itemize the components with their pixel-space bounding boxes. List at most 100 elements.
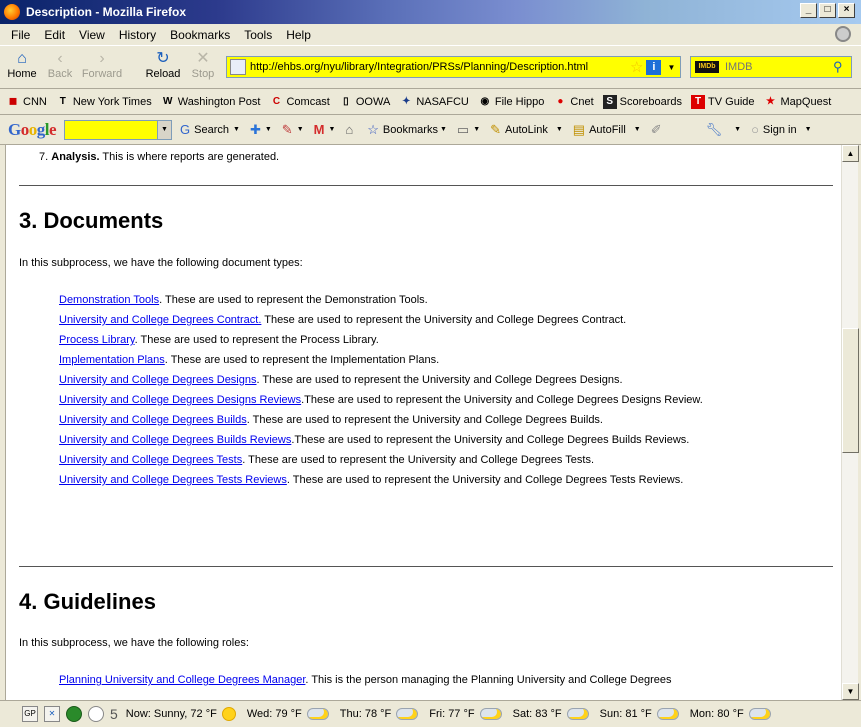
autofill-button[interactable]: ▤ AutoFill ▼ <box>573 122 641 138</box>
menu-bookmarks[interactable]: Bookmarks <box>163 28 237 42</box>
weather-now[interactable]: Now: Sunny, 72 °F <box>126 707 236 721</box>
highlighter-icon: ✐ <box>650 121 662 137</box>
doc-link-degrees-designs[interactable]: University and College Degrees Designs <box>59 374 256 386</box>
wapo-icon: W <box>162 95 173 107</box>
google-settings-button[interactable]: 🔧︎ ▼ <box>706 122 741 138</box>
cnet-icon: ● <box>557 95 564 107</box>
gp-icon[interactable]: GP <box>22 706 38 722</box>
back-arrow-icon: ‹ <box>57 50 63 67</box>
scrollbar-thumb[interactable] <box>842 328 859 453</box>
menu-view[interactable]: View <box>72 28 112 42</box>
status-bar: GP ✕ 5 Now: Sunny, 72 °F Wed: 79 °F Thu:… <box>0 700 861 727</box>
google-search-input[interactable]: ▼ <box>64 119 173 140</box>
menu-edit[interactable]: Edit <box>37 28 72 42</box>
bookmark-cnet[interactable]: ● Cnet <box>553 95 593 109</box>
search-bar[interactable]: IMDb ⚲ <box>690 56 852 78</box>
scroll-down-button[interactable]: ▼ <box>842 683 859 700</box>
weather-sat[interactable]: Sat: 83 °F <box>513 708 589 720</box>
google-pagerank-button[interactable]: ⌂ <box>345 122 357 137</box>
weather-mon[interactable]: Mon: 80 °F <box>690 708 771 720</box>
roles-list: Planning University and College Degrees … <box>59 670 819 690</box>
list-item: University and College Degrees Designs. … <box>59 374 623 386</box>
gmail-icon: M <box>313 122 325 137</box>
green-status-icon[interactable] <box>66 706 82 722</box>
menu-file[interactable]: File <box>4 28 37 42</box>
google-signin-button[interactable]: ○ Sign in ▼ <box>751 122 811 137</box>
cnn-icon: ◼ <box>8 95 18 107</box>
doc-link-demonstration-tools[interactable]: Demonstration Tools <box>59 294 159 306</box>
chevron-down-icon[interactable]: ▼ <box>157 120 172 139</box>
bookmark-comcast[interactable]: C Comcast <box>269 95 330 109</box>
google-share-button[interactable]: ✎ ▼ <box>282 122 304 138</box>
bookmark-cnn[interactable]: ◼ CNN <box>6 95 47 109</box>
search-icon[interactable]: ⚲ <box>833 59 843 75</box>
menu-help[interactable]: Help <box>279 28 318 42</box>
menu-bar: File Edit View History Bookmarks Tools H… <box>0 24 861 45</box>
doc-link-degrees-designs-reviews[interactable]: University and College Degrees Designs R… <box>59 394 301 406</box>
google-plus-button[interactable]: ✚ ▼ <box>250 122 272 138</box>
site-favicon-icon <box>230 59 246 75</box>
plus-icon: ✚ <box>249 121 261 137</box>
role-link-planning-manager[interactable]: Planning University and College Degrees … <box>59 674 305 686</box>
url-dropdown-icon[interactable]: ▼ <box>667 63 675 72</box>
gmail-button[interactable]: M ▼ <box>314 122 336 137</box>
minimize-button[interactable]: _ <box>800 3 817 18</box>
bookmark-washington-post[interactable]: W Washington Post <box>161 95 260 109</box>
section-heading-documents: 3. Documents <box>19 208 164 233</box>
weather-fri[interactable]: Fri: 77 °F <box>429 708 502 720</box>
menu-tools[interactable]: Tools <box>237 28 279 42</box>
close-button[interactable]: × <box>838 3 855 18</box>
search-input[interactable] <box>725 61 833 73</box>
bookmark-file-hippo[interactable]: ◉ File Hippo <box>478 95 545 109</box>
imdb-icon[interactable]: IMDb <box>695 61 719 73</box>
title-bar: Description - Mozilla Firefox _ □ × <box>0 0 861 24</box>
mapquest-icon: ★ <box>766 95 775 107</box>
bookmark-scoreboards[interactable]: S Scoreboards <box>602 94 682 109</box>
google-search-button[interactable]: G Search ▼ <box>180 122 240 137</box>
divider <box>19 185 833 186</box>
addon-icon[interactable]: ✕ <box>44 706 60 722</box>
doc-link-degrees-builds[interactable]: University and College Degrees Builds <box>59 414 247 426</box>
list-item: Planning University and College Degrees … <box>59 674 672 686</box>
doc-link-process-library[interactable]: Process Library <box>59 334 135 346</box>
page-viewport: 7. Analysis. This is where reports are g… <box>5 145 841 700</box>
bookmark-new-york-times[interactable]: T New York Times <box>56 95 152 109</box>
forward-button[interactable]: › Forward <box>80 50 124 80</box>
section-heading-guidelines: 4. Guidelines <box>19 589 156 614</box>
bookmark-oowa[interactable]: ▯ OOWA <box>339 95 390 109</box>
back-button[interactable]: ‹ Back <box>38 50 82 80</box>
doc-link-degrees-tests-reviews[interactable]: University and College Degrees Tests Rev… <box>59 474 287 486</box>
bookmark-mapquest[interactable]: ★ MapQuest <box>764 95 831 109</box>
doc-link-degrees-builds-reviews[interactable]: University and College Degrees Builds Re… <box>59 434 291 446</box>
url-input[interactable] <box>250 61 622 73</box>
doc-link-implementation-plans[interactable]: Implementation Plans <box>59 354 165 366</box>
weather-wed[interactable]: Wed: 79 °F <box>247 708 329 720</box>
page-icon: ▯ <box>343 95 349 107</box>
vertical-scrollbar[interactable]: ▲ ▼ <box>841 145 859 700</box>
highlighter-button[interactable]: ✐ <box>651 122 666 138</box>
google-g-icon: G <box>180 122 191 137</box>
stop-button[interactable]: ✕ Stop <box>181 50 225 80</box>
bookmark-nasafcu[interactable]: ✦ NASAFCU <box>399 95 469 109</box>
google-tabs-button[interactable]: ▭ ▼ <box>457 122 480 138</box>
weather-thu[interactable]: Thu: 78 °F <box>340 708 419 720</box>
doc-link-degrees-tests[interactable]: University and College Degrees Tests <box>59 454 242 466</box>
google-toolbar: Google ▼ G Search ▼ ✚ ▼ ✎ ▼ M ▼ ⌂ ☆ Bookmarks ▼… <box>0 115 861 145</box>
doc-link-degrees-contract[interactable]: University and College Degrees Contract. <box>59 314 261 326</box>
autolink-button[interactable]: ✎ AutoLink ▼ <box>490 122 563 138</box>
list-item: University and College Degrees Contract.… <box>59 314 627 326</box>
list-item: University and College Degrees Tests. Th… <box>59 454 595 466</box>
clock-icon[interactable] <box>88 706 104 722</box>
maximize-button[interactable]: □ <box>819 3 836 18</box>
site-info-icon[interactable]: i <box>646 59 662 75</box>
weather-sun[interactable]: Sun: 81 °F <box>600 708 679 720</box>
bookmark-star-icon[interactable]: ☆ <box>630 58 643 76</box>
reload-button[interactable]: ↻ Reload <box>141 50 185 80</box>
google-bookmarks-button[interactable]: ☆ Bookmarks ▼ <box>367 122 447 138</box>
nyt-icon: T <box>59 95 66 107</box>
scroll-up-button[interactable]: ▲ <box>842 145 859 162</box>
menu-history[interactable]: History <box>112 28 163 42</box>
tvguide-icon: T <box>691 94 706 109</box>
url-bar[interactable]: ☆ i ▼ <box>226 56 681 78</box>
bookmark-tv-guide[interactable]: T TV Guide <box>691 94 755 109</box>
